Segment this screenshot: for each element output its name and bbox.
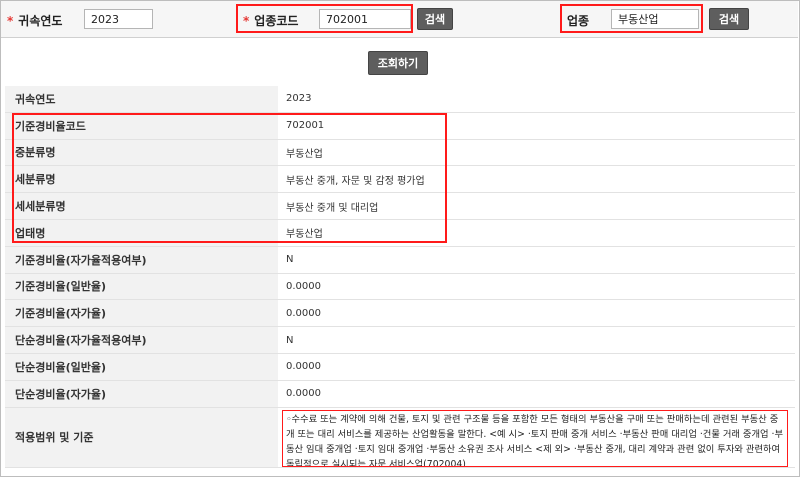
table-row: 단순경비율(자가율적용여부) N: [5, 327, 795, 354]
row-value: 0.0000: [286, 361, 321, 373]
row-value: N: [286, 334, 294, 346]
row-value: N: [286, 254, 294, 266]
code-highlight-box: [236, 4, 413, 33]
row-value: 2023: [286, 93, 312, 105]
table-row: 기준경비율(자가율적용여부) N: [5, 246, 795, 274]
row-value: 0.0000: [286, 388, 321, 400]
classification-highlight-box: [12, 113, 447, 243]
industry-search-button[interactable]: 검색: [709, 8, 749, 30]
table-row: 기준경비율(일반율) 0.0000: [5, 273, 795, 301]
year-label: * 귀속연도: [7, 12, 62, 29]
year-label-text: 귀속연도: [18, 14, 63, 28]
table-row: 단순경비율(자가율) 0.0000: [5, 380, 795, 408]
row-label: 단순경비율(자가율): [5, 380, 278, 407]
row-label: 기준경비율(자가율): [5, 300, 278, 327]
required-mark: *: [7, 14, 14, 28]
row-label: 귀속연도: [5, 86, 278, 112]
row-label: 단순경비율(자가율적용여부): [5, 327, 278, 353]
table-row: 귀속연도 2023: [5, 86, 795, 113]
scope-label: 적용범위 및 기준: [5, 407, 278, 467]
row-label: 기준경비율(일반율): [5, 273, 278, 300]
scope-text: ◦수수료 또는 계약에 의해 건물, 토지 및 관련 구조물 등을 포함한 모든…: [282, 410, 788, 467]
code-search-button[interactable]: 검색: [417, 8, 453, 30]
query-button[interactable]: 조회하기: [368, 51, 428, 75]
row-label: 기준경비율(자가율적용여부): [5, 246, 278, 273]
table-row: 기준경비율(자가율) 0.0000: [5, 300, 795, 328]
row-value: 0.0000: [286, 280, 321, 292]
row-value: 0.0000: [286, 307, 321, 319]
table-row: 단순경비율(일반율) 0.0000: [5, 353, 795, 381]
industry-highlight-box: [560, 4, 703, 33]
year-input[interactable]: [84, 9, 153, 29]
row-label: 단순경비율(일반율): [5, 353, 278, 380]
